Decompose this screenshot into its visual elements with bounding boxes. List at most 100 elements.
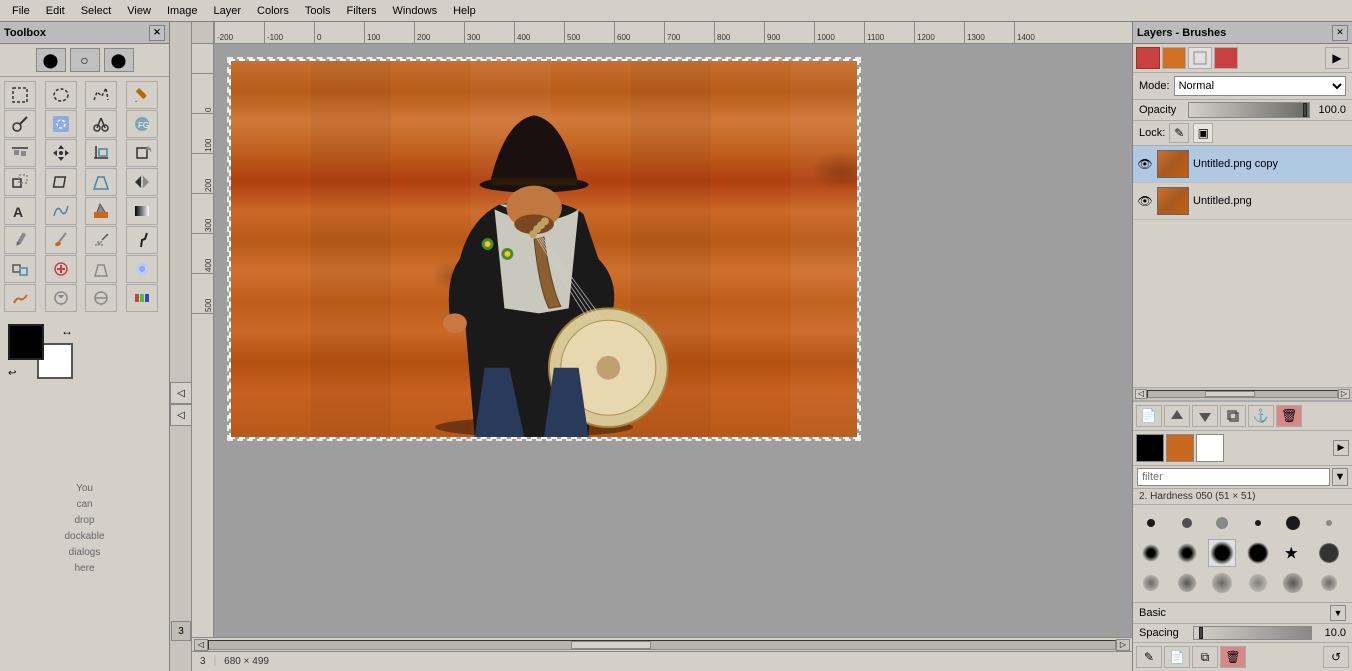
- menu-edit[interactable]: Edit: [38, 3, 73, 19]
- tool-align[interactable]: [4, 139, 36, 167]
- h-scroll-track[interactable]: [208, 640, 1116, 650]
- brush-filter-input[interactable]: [1137, 468, 1330, 486]
- h-scroll-thumb[interactable]: [571, 641, 651, 649]
- brush-cell[interactable]: [1315, 509, 1343, 537]
- tool-ink[interactable]: [126, 226, 158, 254]
- panel-menu-button[interactable]: ▶: [1325, 47, 1349, 69]
- layers-panel-close-button[interactable]: ✕: [1332, 25, 1348, 41]
- swap-colors-icon[interactable]: ↔: [61, 324, 73, 338]
- layer-item-1[interactable]: 👁 Untitled.png: [1133, 183, 1352, 220]
- fg-color-box[interactable]: [8, 324, 44, 360]
- menu-tools[interactable]: Tools: [297, 3, 339, 19]
- brush-cell[interactable]: [1315, 539, 1343, 567]
- tool-scale[interactable]: [4, 168, 36, 196]
- toolbox-close-button[interactable]: ✕: [149, 25, 165, 41]
- main-canvas[interactable]: [229, 59, 859, 439]
- menu-colors[interactable]: Colors: [249, 3, 297, 19]
- brush-cell[interactable]: [1208, 539, 1236, 567]
- brush-cell[interactable]: [1137, 539, 1165, 567]
- brush-preset-white[interactable]: [1196, 434, 1224, 462]
- menu-image[interactable]: Image: [159, 3, 206, 19]
- brush-cell[interactable]: [1279, 569, 1307, 597]
- spacing-thumb[interactable]: [1199, 627, 1203, 639]
- brush-cell[interactable]: [1315, 569, 1343, 597]
- menu-file[interactable]: File: [4, 3, 38, 19]
- brush-preset-black[interactable]: [1136, 434, 1164, 462]
- brush-preset-orange[interactable]: [1166, 434, 1194, 462]
- channels-tab-button[interactable]: [1162, 47, 1186, 69]
- tool-perspective[interactable]: [85, 168, 117, 196]
- tool-flip[interactable]: [126, 168, 158, 196]
- layer-visibility-toggle-1[interactable]: 👁: [1137, 193, 1153, 209]
- brush-cell[interactable]: [1173, 509, 1201, 537]
- menu-help[interactable]: Help: [445, 3, 484, 19]
- tool-airbrush[interactable]: [85, 226, 117, 254]
- brush-cell[interactable]: [1244, 569, 1272, 597]
- tool-smudge[interactable]: [4, 284, 36, 312]
- delete-brush-button[interactable]: 🗑: [1220, 646, 1246, 668]
- anchor-layer-button[interactable]: ⚓: [1248, 405, 1274, 427]
- duplicate-brush-button[interactable]: ⧉: [1192, 646, 1218, 668]
- tool-bucket-fill[interactable]: [85, 197, 117, 225]
- tool-move[interactable]: [45, 139, 77, 167]
- tool-rotate[interactable]: [126, 139, 158, 167]
- brush-cell[interactable]: [1137, 569, 1165, 597]
- tool-blur[interactable]: [126, 255, 158, 283]
- brush-cell[interactable]: [1244, 509, 1272, 537]
- layer-scroll-track[interactable]: [1147, 390, 1338, 398]
- tool-dodge-burn[interactable]: [45, 284, 77, 312]
- tool-shear[interactable]: [45, 168, 77, 196]
- tool-text[interactable]: A: [4, 197, 36, 225]
- brush-cell[interactable]: [1173, 569, 1201, 597]
- layers-scrollbar[interactable]: ◁ ▷: [1133, 387, 1352, 401]
- tool-ellipse-select[interactable]: [45, 81, 77, 109]
- edit-brush-button[interactable]: ✎: [1136, 646, 1162, 668]
- tool-color-select[interactable]: [45, 110, 77, 138]
- tool-option-1[interactable]: ⬤: [36, 48, 66, 72]
- paths-tab-button[interactable]: [1188, 47, 1212, 69]
- tool-blend[interactable]: [126, 197, 158, 225]
- brushes-category-dropdown[interactable]: ▼: [1330, 605, 1346, 621]
- menu-filters[interactable]: Filters: [339, 3, 385, 19]
- new-brush-button[interactable]: 📄: [1164, 646, 1190, 668]
- layers-tab-button[interactable]: [1136, 47, 1160, 69]
- brush-cell[interactable]: [1137, 599, 1165, 603]
- layer-item-0[interactable]: 👁 Untitled.png copy: [1133, 146, 1352, 183]
- delete-layer-button[interactable]: 🗑: [1276, 405, 1302, 427]
- reset-colors-icon[interactable]: ↩: [8, 368, 16, 379]
- tool-color-balance[interactable]: [126, 284, 158, 312]
- canvas-container[interactable]: [214, 44, 1132, 637]
- menu-view[interactable]: View: [119, 3, 159, 19]
- refresh-brushes-button[interactable]: ↺: [1323, 646, 1349, 668]
- tool-desaturate[interactable]: [85, 284, 117, 312]
- menu-windows[interactable]: Windows: [384, 3, 445, 19]
- brush-cell[interactable]: [1208, 569, 1236, 597]
- brush-cell[interactable]: [1173, 539, 1201, 567]
- tool-foreground-select[interactable]: FG: [126, 110, 158, 138]
- tool-fuzzy-select[interactable]: [4, 110, 36, 138]
- h-scrollbar[interactable]: ◁ ▷: [192, 637, 1132, 651]
- brushes-panel-menu[interactable]: ▶: [1333, 440, 1349, 456]
- tool-free-select[interactable]: [85, 81, 117, 109]
- brush-filter-dropdown[interactable]: ▼: [1332, 468, 1348, 486]
- tool-perspective2[interactable]: [85, 255, 117, 283]
- spacing-slider[interactable]: [1193, 626, 1312, 640]
- layer-scroll-left[interactable]: ◁: [1135, 389, 1147, 399]
- brush-cell[interactable]: [1244, 539, 1272, 567]
- brush-cell[interactable]: [1137, 509, 1165, 537]
- tool-clone[interactable]: [4, 255, 36, 283]
- brush-cell[interactable]: [1173, 599, 1201, 603]
- scroll-right-btn[interactable]: ▷: [1116, 639, 1130, 651]
- layer-visibility-toggle-0[interactable]: 👁: [1137, 156, 1153, 172]
- brushes-tab-button[interactable]: [1214, 47, 1238, 69]
- tool-paintbrush[interactable]: [45, 226, 77, 254]
- mode-select[interactable]: Normal Multiply Screen Overlay: [1174, 76, 1346, 96]
- tool-pencil2[interactable]: [4, 226, 36, 254]
- lock-pixels-button[interactable]: ✎: [1169, 123, 1189, 143]
- menu-layer[interactable]: Layer: [206, 3, 250, 19]
- tool-option-3[interactable]: ⬤: [104, 48, 134, 72]
- raise-layer-button[interactable]: [1164, 405, 1190, 427]
- tool-pencil[interactable]: [126, 81, 158, 109]
- opacity-slider[interactable]: [1188, 102, 1310, 118]
- brush-cell[interactable]: [1208, 509, 1236, 537]
